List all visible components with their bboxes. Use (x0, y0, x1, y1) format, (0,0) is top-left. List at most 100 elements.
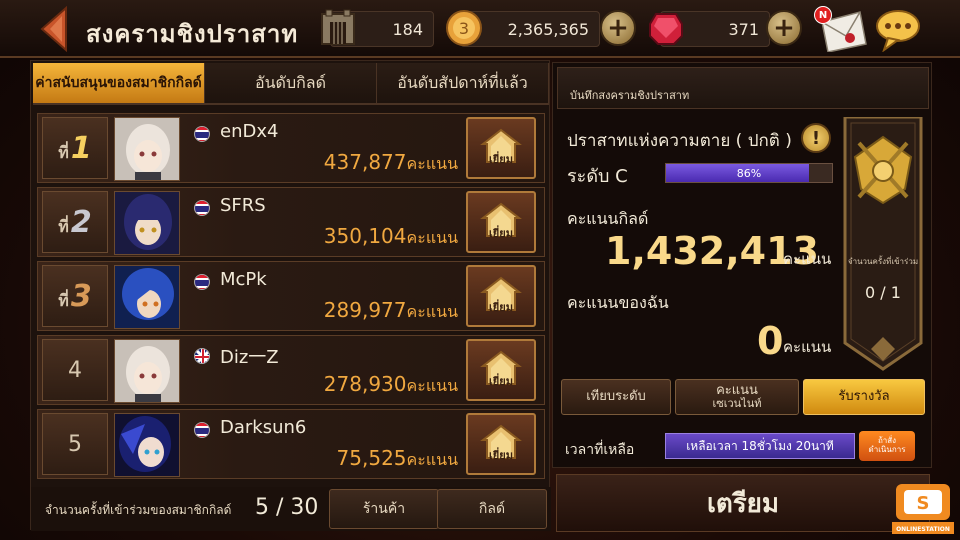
rank-badge: 4 (42, 339, 108, 401)
rank-number: 2 (70, 204, 92, 240)
thailand-flag-icon (194, 422, 210, 438)
rank-prefix: ที่ (58, 290, 69, 310)
back-button[interactable] (38, 5, 72, 53)
castle-name: ปราสาทแห่งความตาย ( ปกติ ) (567, 131, 792, 151)
guild-contribution-panel: ค่าสนับสนุนของสมาชิกกิลด์ อันดับกิลด์ อั… (30, 60, 551, 531)
player-score: 75,525คะแนน (337, 446, 458, 473)
visit-button[interactable]: เยี่ยม (466, 265, 536, 327)
my-score-value: 0 (757, 319, 784, 363)
visit-button[interactable]: เยี่ยม (466, 339, 536, 401)
claim-reward-button[interactable]: รับรางวัล (803, 379, 925, 415)
banner-label: จำนวนครั้งที่เข้าร่วม (847, 257, 919, 266)
rank-badge: ที่ 2 (42, 191, 108, 253)
player-avatar[interactable] (114, 191, 180, 255)
player-name: enDx4 (220, 121, 279, 142)
left-footer: จำนวนครั้งที่เข้าร่วมของสมาชิกกิลด์ 5 / … (31, 487, 551, 531)
rank-badge: ที่ 1 (42, 117, 108, 179)
score-value: 289,977 (323, 298, 407, 322)
compare-level-button[interactable]: เทียบระดับ (561, 379, 671, 415)
tab-guild-ranking[interactable]: อันดับกิลด์ (205, 63, 377, 105)
player-score: 437,877คะแนน (324, 150, 458, 177)
visit-label: เยี่ยม (489, 301, 513, 314)
info-icon[interactable]: ! (801, 123, 831, 153)
visit-label: เยี่ยม (489, 375, 513, 388)
player-avatar[interactable] (114, 413, 180, 477)
shop-button[interactable]: ร้านค้า (329, 489, 439, 529)
player-score: 350,104คะแนน (324, 224, 458, 251)
tab-last-week-ranking[interactable]: อันดับสัปดาห์ที่แล้ว (377, 63, 549, 105)
proceed-button[interactable]: ถ้าสั่ง ดำเนินการ (859, 431, 915, 461)
level-progress-bar: 86% (665, 163, 833, 183)
player-name: Darksun6 (220, 417, 307, 438)
gem-value: 371 (728, 19, 759, 39)
visit-label: เยี่ยม (489, 227, 513, 240)
ranking-row: 4 Diz一Z 278,930คะแนน เยี่ยม (37, 335, 545, 405)
ranking-row: ที่ 1 enDx4 437,877คะแนน เยี่ยม (37, 113, 545, 183)
ranking-row: ที่ 2 SFRS 350,104คะแนน เยี่ยม (37, 187, 545, 257)
score-value: 437,877 (323, 150, 407, 174)
svg-text:S: S (917, 493, 930, 514)
score-value: 75,525 (336, 446, 407, 470)
castle-war-record-panel: บันทึกสงครามชิงปราสาท ปราสาทแห่งความตาย … (552, 62, 932, 468)
plus-icon: + (773, 13, 795, 43)
guild-button[interactable]: กิลด์ (437, 489, 547, 529)
rank-number: 4 (68, 357, 82, 383)
player-name: McPk (220, 269, 267, 290)
gold-value: 2,365,365 (507, 19, 589, 39)
visit-button[interactable]: เยี่ยม (466, 413, 536, 475)
ruby-gem-icon (646, 8, 686, 48)
rank-number: 3 (70, 278, 92, 314)
player-name: SFRS (220, 195, 266, 216)
member-participation-value: 5 / 30 (255, 495, 319, 520)
ranking-row: ที่ 3 McPk 289,977คะแนน เยี่ยม (37, 261, 545, 331)
top-bar: สงครามชิงปราสาท 184 2,365,365 3 + 371 + … (0, 0, 960, 58)
add-gold-button[interactable]: + (600, 10, 636, 46)
thailand-flag-icon (194, 274, 210, 290)
player-avatar[interactable] (114, 265, 180, 329)
uk-flag-icon (194, 348, 210, 364)
my-score-unit: คะแนน (783, 338, 832, 356)
rank-badge: 5 (42, 413, 108, 475)
ranking-tabs: ค่าสนับสนุนของสมาชิกกิลด์ อันดับกิลด์ อั… (33, 63, 549, 105)
panel-header: บันทึกสงครามชิงปราสาท (557, 67, 929, 109)
season-score-line2: เซเวนไนท์ (712, 397, 762, 411)
participation-banner: จำนวนครั้งที่เข้าร่วม 0 / 1 (841, 115, 925, 371)
score-unit: คะแนน (406, 228, 458, 247)
player-avatar[interactable] (114, 339, 180, 403)
castle-gate-icon (318, 8, 358, 48)
page-title: สงครามชิงปราสาท (86, 20, 299, 48)
time-remaining-bar: เหลือเวลา 18ชั่วโมง 20นาที (665, 433, 855, 459)
guild-score-unit: คะแนน (783, 250, 832, 268)
my-score-label: คะแนนของฉัน (567, 293, 669, 312)
chat-bubble-icon (876, 10, 920, 53)
member-participation-label: จำนวนครั้งที่เข้าร่วมของสมาชิกกิลด์ (45, 503, 232, 517)
ranking-row: 5 Darksun6 75,525คะแนน เยี่ยม (37, 409, 545, 479)
gold-coin-icon: 3 (444, 8, 484, 48)
player-avatar[interactable] (114, 117, 180, 181)
site-logo: S ONLINESTATION (892, 482, 954, 536)
player-score: 278,930คะแนน (324, 372, 458, 399)
tab-member-contribution[interactable]: ค่าสนับสนุนของสมาชิกกิลด์ (33, 63, 205, 105)
rank-badge: ที่ 3 (42, 265, 108, 327)
rank-prefix: ที่ (58, 216, 69, 236)
svg-text:ONLINESTATION: ONLINESTATION (896, 526, 950, 533)
season-score-button[interactable]: คะแนน เซเวนไนท์ (675, 379, 799, 415)
mail-badge-text: N (818, 9, 828, 21)
mail-button[interactable]: N (814, 6, 868, 53)
prepare-button[interactable]: เตรียม (556, 474, 930, 532)
score-unit: คะแนน (406, 154, 458, 173)
mail-badge: N (814, 6, 832, 24)
thailand-flag-icon (194, 126, 210, 142)
season-score-line1: คะแนน (716, 383, 758, 399)
visit-label: เยี่ยม (489, 449, 513, 462)
score-unit: คะแนน (406, 376, 458, 395)
visit-button[interactable]: เยี่ยม (466, 191, 536, 253)
add-gem-button[interactable]: + (766, 10, 802, 46)
player-score: 289,977คะแนน (324, 298, 458, 325)
score-unit: คะแนน (406, 302, 458, 321)
rank-number: 1 (70, 130, 92, 166)
banner-count: 0 / 1 (865, 283, 901, 302)
visit-button[interactable]: เยี่ยม (466, 117, 536, 179)
progress-text: 86% (736, 166, 762, 180)
chat-button[interactable] (874, 8, 922, 53)
